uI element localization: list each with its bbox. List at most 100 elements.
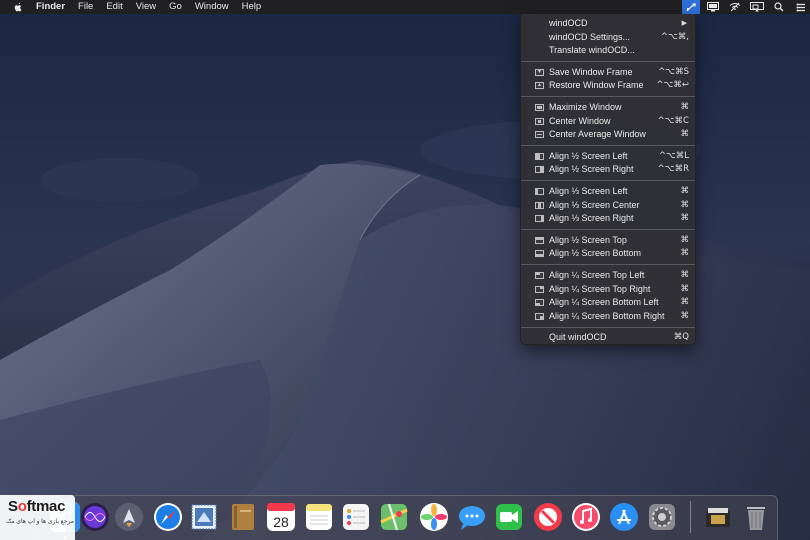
menu-file[interactable]: File (78, 0, 93, 14)
half-right-icon (535, 166, 544, 174)
notebook-icon[interactable] (228, 502, 258, 532)
menu-item-maximize-window[interactable]: Maximize Window ⌘ (521, 101, 695, 115)
menu-item-quit[interactable]: Quit windOCD ⌘Q (521, 331, 695, 345)
trash-icon[interactable] (741, 502, 771, 532)
menu-item-quarter-bottom-right[interactable]: Align ¼ Screen Bottom Right ⌘ (521, 310, 695, 324)
menu-item-shortcut: ^⌥⌘R (657, 164, 689, 175)
calendar-date-text: 28 (273, 514, 289, 530)
apple-logo-icon[interactable] (12, 1, 24, 13)
status-area (678, 0, 810, 14)
menu-item-label: windOCD (549, 18, 588, 28)
menu-window[interactable]: Window (195, 0, 229, 14)
menu-item-settings[interactable]: windOCD Settings... ^⌥⌘, (521, 31, 695, 45)
menu-edit[interactable]: Edit (106, 0, 122, 14)
menu-item-quarter-top-right[interactable]: Align ¼ Screen Top Right ⌘ (521, 283, 695, 297)
menu-item-center-average-window[interactable]: Center Average Window ⌘ (521, 128, 695, 142)
menu-separator (521, 180, 695, 182)
menu-item-label: Align ½ Screen Bottom (549, 248, 642, 259)
menu-item-half-top[interactable]: Align ½ Screen Top ⌘ (521, 234, 695, 248)
quarter-bottom-right-icon (535, 312, 544, 320)
menu-item-quarter-top-left[interactable]: Align ¼ Screen Top Left ⌘ (521, 269, 695, 283)
menu-item-shortcut: ^⌥⌘↩ (656, 80, 689, 91)
messages-icon[interactable] (457, 502, 487, 532)
menu-item-shortcut: ^⌥⌘L (658, 150, 689, 161)
calendar-icon[interactable]: 28 (266, 502, 296, 532)
menu-item-shortcut: ^⌥⌘C (657, 115, 689, 126)
menu-item-windocd[interactable]: windOCD ▶ (521, 17, 695, 31)
launchpad-icon[interactable] (114, 502, 144, 532)
menu-item-label: Maximize Window (549, 101, 622, 112)
menu-item-shortcut: ⌘ (680, 129, 690, 140)
wifi-slash-icon[interactable] (726, 0, 744, 14)
menu-item-half-left[interactable]: Align ½ Screen Left ^⌥⌘L (521, 150, 695, 164)
menu-item-label: Align ½ Screen Top (549, 234, 627, 245)
menu-item-shortcut: ⌘Q (673, 332, 689, 343)
softmac-logo: Softmac (8, 498, 66, 515)
quarter-top-left-icon (535, 271, 544, 279)
bezel-icon[interactable] (704, 0, 722, 14)
notes-icon[interactable] (304, 502, 334, 532)
menu-item-quarter-bottom-left[interactable]: Align ¼ Screen Bottom Left ⌘ (521, 296, 695, 310)
menu-item-shortcut: ⌘ (680, 283, 690, 294)
menu-item-third-left[interactable]: Align ⅓ Screen Left ⌘ (521, 185, 695, 199)
menu-item-shortcut: ⌘ (680, 234, 690, 245)
menu-bar: Finder File Edit View Go Window Help (0, 0, 810, 14)
quarter-top-right-icon (535, 285, 544, 293)
photos-icon[interactable] (419, 502, 449, 532)
control-center-icon[interactable] (792, 0, 810, 14)
softmac-subtitle: مرجع بازی ها و اپ های مک (6, 519, 74, 525)
menu-item-label: Align ¼ Screen Bottom Right (549, 310, 665, 321)
menu-separator (521, 326, 695, 328)
menu-separator (521, 61, 695, 63)
menu-item-shortcut: ⌘ (680, 213, 690, 224)
menu-item-shortcut: ^⌥⌘, (660, 31, 689, 42)
third-center-icon (535, 201, 544, 209)
menu-item-shortcut: ⌘ (680, 297, 690, 308)
restore-frame-icon (535, 79, 544, 93)
menu-item-shortcut: ⌘ (680, 248, 690, 259)
center-icon (535, 117, 544, 125)
menu-separator (521, 229, 695, 231)
facetime-icon[interactable] (494, 502, 524, 532)
system-preferences-icon[interactable] (647, 502, 677, 532)
menu-item-translate[interactable]: Translate windOCD... (521, 44, 695, 58)
menu-item-shortcut: ⌘ (680, 269, 690, 280)
menu-help[interactable]: Help (242, 0, 262, 14)
menu-item-shortcut: ⌘ (680, 199, 690, 210)
submenu-arrow-icon: ▶ (681, 20, 687, 27)
safari-icon[interactable] (153, 502, 183, 532)
menu-separator (521, 145, 695, 147)
mail-stamp-icon[interactable] (189, 502, 219, 532)
menu-item-label: Align ¼ Screen Top Left (549, 269, 645, 280)
downloads-stack-icon[interactable] (703, 502, 733, 532)
half-bottom-icon (535, 250, 544, 258)
windocd-icon[interactable] (682, 0, 700, 14)
menu-item-save-window-frame[interactable]: Save Window Frame ^⌥⌘S (521, 66, 695, 79)
menu-separator (521, 264, 695, 266)
menu-finder[interactable]: Finder (36, 0, 65, 14)
menu-item-half-bottom[interactable]: Align ½ Screen Bottom ⌘ (521, 247, 695, 261)
maps-icon[interactable] (379, 502, 409, 532)
menu-item-label: Align ⅓ Screen Center (549, 199, 640, 210)
menu-item-restore-window-frame[interactable]: Restore Window Frame ^⌥⌘↩ (521, 79, 695, 93)
app-store-icon[interactable] (609, 502, 639, 532)
siri-icon[interactable] (80, 502, 110, 532)
airplay-icon[interactable] (748, 0, 766, 14)
reminders-icon[interactable] (341, 502, 371, 532)
news-icon[interactable] (533, 502, 563, 532)
menu-go[interactable]: Go (169, 0, 182, 14)
menu-item-label: Align ⅓ Screen Right (549, 213, 634, 224)
menu-item-label: Align ½ Screen Right (549, 164, 634, 175)
music-icon[interactable] (571, 502, 601, 532)
menu-view[interactable]: View (136, 0, 156, 14)
menu-item-center-window[interactable]: Center Window ^⌥⌘C (521, 115, 695, 129)
menu-item-shortcut: ⌘ (680, 310, 690, 321)
dock: 28 (33, 495, 778, 540)
search-icon[interactable] (770, 0, 788, 14)
menu-item-half-right[interactable]: Align ½ Screen Right ^⌥⌘R (521, 163, 695, 177)
menu-item-label: Align ¼ Screen Top Right (549, 283, 651, 294)
menu-item-third-right[interactable]: Align ⅓ Screen Right ⌘ (521, 212, 695, 226)
menu-item-label: Align ⅓ Screen Left (549, 185, 628, 196)
menu-item-third-center[interactable]: Align ⅓ Screen Center ⌘ (521, 199, 695, 213)
menu-item-shortcut: ⌘ (680, 101, 690, 112)
